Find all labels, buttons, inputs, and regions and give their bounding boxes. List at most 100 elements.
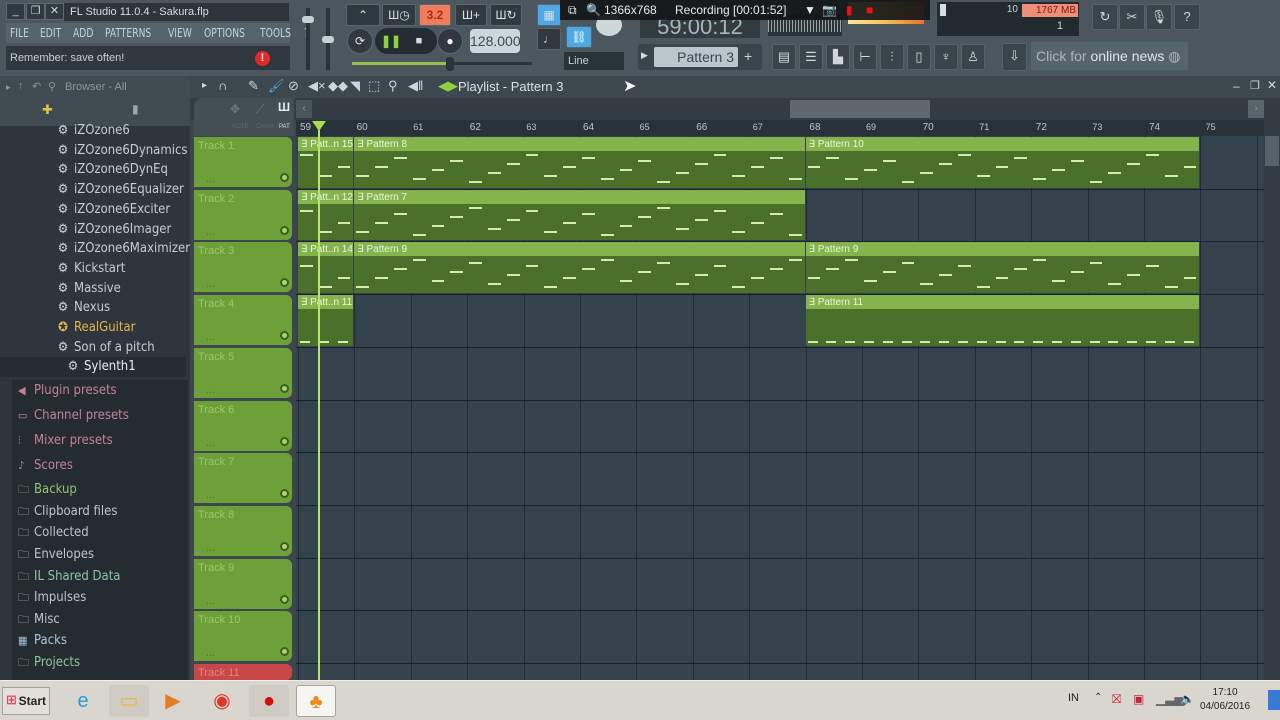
browser-folder-item[interactable]: 🗀 Backup	[0, 480, 186, 500]
track-options-icon[interactable]: ...	[206, 647, 215, 659]
track-header[interactable]: Track 11	[194, 664, 292, 680]
clock[interactable]: 17:10 04/06/2016	[1200, 686, 1250, 714]
close-button[interactable]: ✕	[45, 3, 64, 20]
pattern-clip[interactable]: ∃ Pattern 11	[805, 295, 1200, 346]
camera-icon[interactable]: 📷	[822, 0, 837, 20]
volume-icon[interactable]: 🔈	[1180, 692, 1195, 706]
main-pitch-handle[interactable]	[446, 57, 454, 71]
channel-settings-icon[interactable]: ▯	[907, 44, 931, 70]
browser-plugin-item[interactable]: ⚙ iZOzone6Imager	[0, 220, 186, 240]
ie-icon[interactable]: e	[63, 685, 103, 717]
dropdown-icon[interactable]: ▼	[804, 0, 816, 20]
browser-folder-item[interactable]: 🗀 Collected	[0, 523, 186, 543]
browser-plugin-item[interactable]: ⚙ Massive	[0, 279, 186, 299]
warning-icon[interactable]: !	[255, 51, 270, 66]
browser-plugin-item[interactable]: ⚙ iZOzone6	[0, 121, 186, 141]
chan-mode-icon[interactable]: ⟋	[256, 102, 264, 117]
pattern-clip[interactable]: ∃ Patt..n 12	[298, 189, 354, 241]
pattern-clip[interactable]: ∃ Patt..n 15	[298, 137, 354, 188]
slip-icon[interactable]: ◆◆	[328, 78, 348, 94]
track-options-icon[interactable]: ...	[206, 173, 215, 185]
track-record-toggle[interactable]	[280, 436, 289, 446]
slice-icon[interactable]: ◥	[350, 78, 360, 94]
browser-plugin-item[interactable]: ⚙ Son of a pitch	[0, 338, 186, 358]
browser-icon[interactable]: ⊢	[853, 44, 877, 70]
browser-plugin-item[interactable]: ⚙ iZOzone6Equalizer	[0, 180, 186, 200]
recorder-icon[interactable]: ●	[249, 685, 289, 717]
track-header[interactable]: Track 7...	[194, 453, 292, 504]
pattern-clip[interactable]: ∃ Patt..n 11	[298, 295, 354, 346]
pattern-clip[interactable]: ∃ Pattern 10	[805, 137, 1200, 188]
snap-select[interactable]: Line	[564, 52, 624, 70]
media-player-icon[interactable]: ▶	[153, 685, 193, 717]
browser-plugin-item[interactable]: ⚙ iZOzone6Maximizer	[0, 239, 190, 259]
track-record-toggle[interactable]	[280, 173, 289, 182]
track-record-toggle[interactable]	[280, 225, 289, 235]
loop-icon[interactable]: ⟳	[347, 28, 373, 54]
mode-note[interactable]: NOTE	[232, 124, 249, 130]
paint-icon[interactable]: 🖌	[268, 78, 285, 94]
pattern-clip[interactable]: ∃ Patt..n 14	[298, 242, 354, 294]
tempo-display[interactable]: 128.000	[470, 29, 521, 53]
song-mode-button[interactable]: 3.2	[419, 4, 451, 26]
delete-icon[interactable]: ⊘	[288, 78, 299, 94]
browser-plugin-item[interactable]: ⚙ Nexus	[0, 298, 186, 318]
step-sequencer-icon[interactable]: ☰	[799, 44, 823, 70]
mute-icon[interactable]: ◀×	[308, 78, 326, 94]
browser-plugin-item[interactable]: ⚙ Kickstart	[0, 259, 186, 279]
browser-folder-item[interactable]: ♪ Scores	[0, 456, 186, 476]
pause-recording-icon[interactable]: ▮	[846, 0, 853, 20]
menu-edit[interactable]: EDIT	[40, 26, 61, 40]
up-icon[interactable]: ↑	[18, 80, 24, 92]
select-icon[interactable]: ⬚	[368, 78, 380, 94]
scroll-right-button[interactable]: ›	[1248, 100, 1264, 118]
horizontal-scrollbar[interactable]	[790, 100, 930, 118]
wait-input-button[interactable]: Ш◷	[382, 4, 416, 26]
playlist-icon[interactable]: ▤	[772, 44, 796, 70]
browser-folder-item[interactable]: 🗀 Clipboard files	[0, 502, 186, 522]
typing-keyboard-button[interactable]: ♩	[537, 28, 561, 50]
mode-pat[interactable]: PAT	[279, 124, 290, 130]
browser-folder-item[interactable]: ◀ Plugin presets	[0, 381, 186, 401]
fl-studio-taskbar-icon[interactable]: ♣	[296, 685, 336, 717]
browser-folder-item[interactable]: 🗀 Envelopes	[0, 545, 186, 565]
zoom-tool-icon[interactable]: ⚲	[388, 78, 398, 94]
browser-folder-item[interactable]: ▦ Packs	[0, 631, 186, 651]
download-icon[interactable]: ⇩	[1002, 43, 1027, 71]
vertical-scrollbar[interactable]	[1264, 120, 1280, 680]
track-options-icon[interactable]: ...	[206, 278, 215, 290]
pause-icon[interactable]: ❚❚	[380, 30, 402, 52]
record-button[interactable]: ●	[437, 28, 463, 54]
menu-file[interactable]: FILE	[10, 26, 29, 40]
tray-security-icon[interactable]: ⛝	[1112, 692, 1121, 707]
track-record-toggle[interactable]	[280, 489, 289, 499]
track-record-toggle[interactable]	[280, 383, 289, 393]
step-edit-button[interactable]: Ш+	[455, 4, 487, 26]
browser-folder-item[interactable]: ▭ Channel presets	[0, 406, 186, 426]
piano-roll-icon[interactable]: ▙	[826, 44, 850, 70]
browser-plugin-item[interactable]: ⚙ iZOzone6DynEq	[0, 160, 186, 180]
track-record-toggle[interactable]	[280, 647, 289, 657]
pattern-clip[interactable]: ∃ Pattern 9	[354, 242, 805, 294]
pattern-clip[interactable]: ∃ Pattern 8	[354, 137, 805, 188]
show-desktop-button[interactable]	[1268, 690, 1280, 710]
track-header[interactable]: Track 10...	[194, 611, 292, 662]
pencil-icon[interactable]: ✎	[248, 78, 259, 94]
loop-record-button[interactable]: Ш↻	[490, 4, 522, 26]
browser-folder-item[interactable]: 🗀 Misc	[0, 610, 186, 630]
track-record-toggle[interactable]	[280, 541, 289, 551]
browser-folder-item[interactable]: 🗀 IL Shared Data	[0, 567, 186, 587]
explorer-icon[interactable]: ▭	[109, 685, 149, 717]
pattern-add-button[interactable]: +	[744, 48, 752, 64]
track-header[interactable]: Track 9...	[194, 558, 292, 609]
stop-icon[interactable]: ■	[408, 30, 430, 52]
mixer-icon[interactable]: ⫶	[880, 44, 904, 70]
track-header[interactable]: Track 3...	[194, 242, 292, 293]
track-record-toggle[interactable]	[280, 594, 289, 604]
mode-chan[interactable]: CHAN	[256, 124, 273, 130]
master-pitch-knob[interactable]	[322, 36, 334, 43]
snap-icon[interactable]: ✚	[42, 102, 53, 118]
track-header[interactable]: Track 8...	[194, 505, 292, 556]
playback-icon[interactable]: ◀‖	[408, 78, 423, 94]
playlist-minimize-button[interactable]: –	[1233, 79, 1240, 93]
